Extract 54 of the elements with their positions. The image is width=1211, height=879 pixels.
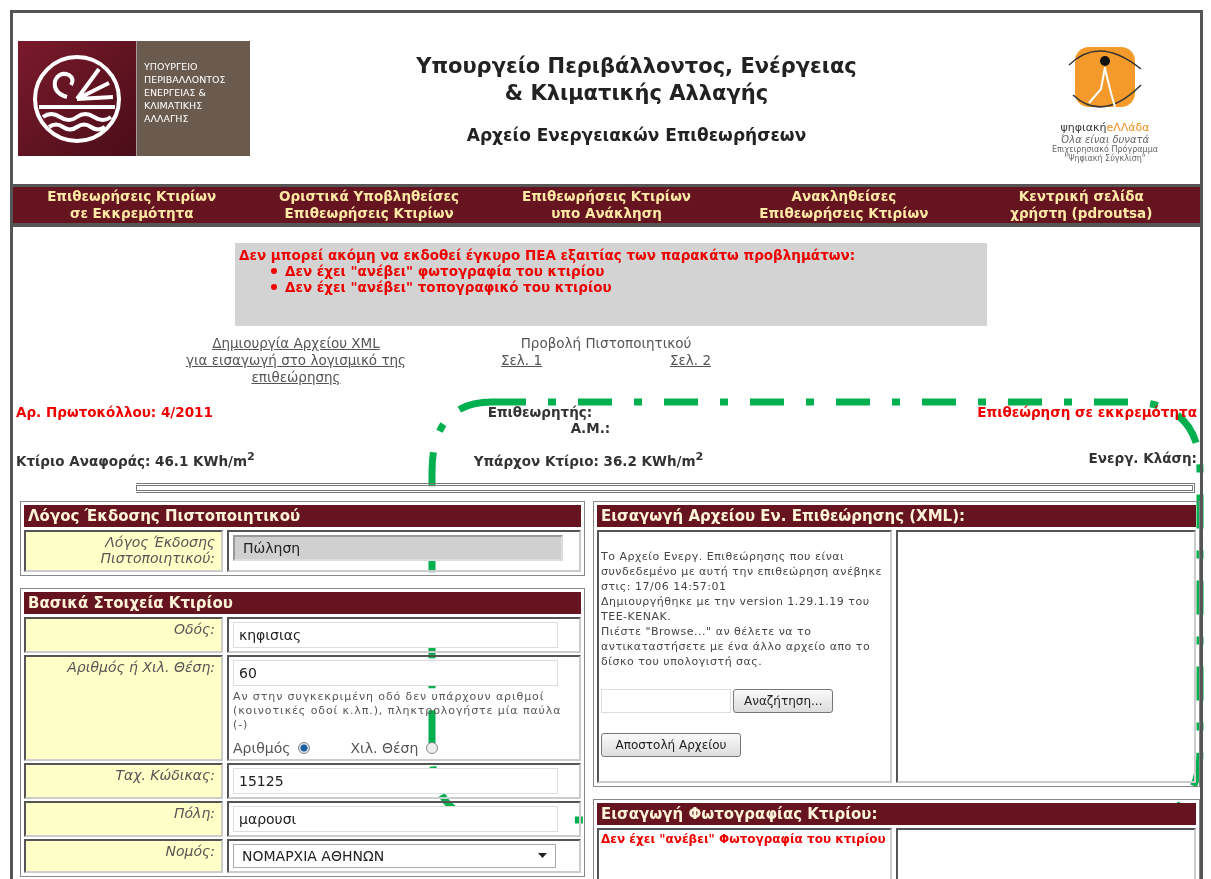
nav-link[interactable]: Επιθεωρήσεις Κτιρίων σε Εκκρεμότητα — [13, 188, 251, 222]
page-title: Υπουργείο Περιβάλλοντος, Ενέργειας & Κλιματικής Αλλαγής — [416, 52, 857, 107]
logo-text: ΥΠΟΥΡΓΕΙΟ ΠΕΡΙΒΑΛΛΟΝΤΟΣ ΕΝΕΡΓΕΙΑΣ & ΚΛΙΜΑΤΙΚΗΣ ΑΛΛΑΓΗΣ — [136, 41, 226, 156]
page-subtitle: Αρχείο Ενεργειακών Επιθεωρήσεων — [466, 124, 807, 145]
field-label: Οδός: — [24, 616, 223, 653]
field-label: Ταχ. Κώδικας: — [24, 762, 223, 799]
warning-item: Δεν έχει "ανέβει" τοπογραφικό του κτιρίου — [285, 279, 612, 295]
reference-consumption: Κτίριο Αναφοράς: 46.1 KWh/m$^{2}$ — [16, 450, 256, 469]
page-link[interactable]: Σελ. 2 — [670, 352, 711, 369]
certificate-label: Προβολή Πιστοποιητικού — [519, 335, 693, 352]
existing-consumption: Υπάρχον Κτίριο: 36.2 KWh/m$^{2}$ — [472, 450, 705, 469]
inspection-status: Επιθεώρηση σε εκκρεμότητα — [976, 404, 1197, 422]
radio-label: Αριθμός — [233, 739, 291, 756]
nav-link[interactable]: Οριστικά Υποβληθείσες Επιθεωρήσεις Κτιρίων — [250, 188, 488, 222]
page-link[interactable]: Σελ. 1 — [501, 352, 542, 369]
photo-missing-message: Δεν έχει "ανέβει" Φωτογραφία του κτιρίου — [601, 831, 887, 847]
text-field[interactable]: 60 — [233, 659, 558, 686]
upload-info-text: Το Αρχείο Ενεργ. Επιθεώρησης που είναι συνδεδεμένο με αυτή την επιθεώρηση ανέβηκε στις: 17/06 14:57:01 Δημιουργήθηκε με την version 1.29.1.19 του ΤΕΕ-ΚΕΝΑΚ. Πιέστε "Browse..." αν θέλετε να το αντικαταστήσετε με ένα άλλο αρχείο απο το δίσκο του υπολογιστή σας. — [601, 548, 883, 669]
warning-title: Δεν μπορεί ακόμη να εκδοθεί έγκυρο ΠΕΑ εξαιτίας των παρακάτω προβλημάτων: — [239, 247, 857, 263]
field-label: Νομός: — [24, 838, 223, 873]
select-value: ΝΟΜΑΡΧΙΑ ΑΘΗΝΩΝ — [242, 847, 385, 864]
text-field[interactable]: 15125 — [233, 767, 558, 794]
bullet-icon — [271, 268, 277, 274]
protocol-number: Αρ. Πρωτοκόλλου: 4/2011 — [16, 404, 214, 422]
caret-icon — [538, 853, 547, 858]
program-caption: Επιχειρησιακό Πρόγραμμα "Ψηφιακή Σύγκλιση" — [1051, 144, 1159, 163]
browse-button[interactable]: Αναζήτηση... — [733, 688, 834, 713]
send-file-button[interactable]: Αποστολή Αρχείου — [601, 732, 741, 757]
inspector-label: Επιθεωρητής: — [487, 404, 593, 420]
panel-header: Βασικά Στοιχεία Κτιρίου — [24, 591, 581, 614]
nav-link[interactable]: Επιθεωρήσεις Κτιρίων υπο Ανάκληση — [487, 188, 726, 222]
readonly-field: Πώληση — [233, 534, 563, 561]
nav-link[interactable]: Ανακληθείσες Επιθεωρήσεις Κτιρίων — [725, 188, 963, 222]
warning-item: Δεν έχει "ανέβει" φωτογραφία του κτιρίου — [285, 263, 605, 279]
nav-link[interactable]: Κεντρική σελίδα χρήστη (pdroutsa) — [962, 188, 1200, 222]
panel-header: Εισαγωγή Αρχείου Εν. Επιθεώρησης (XML): — [597, 504, 1196, 527]
registry-label: Α.Μ.: — [570, 420, 611, 436]
energy-class-label: Ενεργ. Κλάση: — [1087, 450, 1197, 468]
radio-button[interactable] — [426, 741, 439, 754]
radio-button[interactable] — [298, 741, 311, 754]
text-field[interactable]: μαρουσι — [233, 805, 558, 832]
text-field[interactable]: κηφισιας — [233, 621, 558, 648]
field-label: Λόγος Έκδοσης Πιστοποιητικού: — [24, 529, 223, 572]
field-label: Αριθμός ή Χιλ. Θέση: — [24, 654, 223, 761]
file-field[interactable] — [601, 688, 731, 713]
brand-tagline: Όλα είναι δυνατά — [1060, 133, 1150, 145]
panel-header: Εισαγωγή Φωτογραφίας Κτιρίου: — [597, 802, 1196, 825]
field-hint: Αν στην συγκεκριμένη οδό δεν υπάρχουν αριθμοί (κοινοτικές οδοί κ.λπ.), πληκτρολογήστε μία παύλα (-) — [233, 689, 563, 732]
bullet-icon — [271, 284, 277, 290]
select-field[interactable]: ΝΟΜΑΡΧΙΑ ΑΘΗΝΩΝ — [233, 843, 556, 868]
field-label: Πόλη: — [24, 800, 223, 837]
radio-label: Χιλ. Θέση — [350, 739, 419, 756]
panel-header: Λόγος Έκδοσης Πιστοποιητικού — [24, 504, 581, 527]
brand-name: ψηφιακήeΛΛάδα — [1060, 120, 1150, 134]
